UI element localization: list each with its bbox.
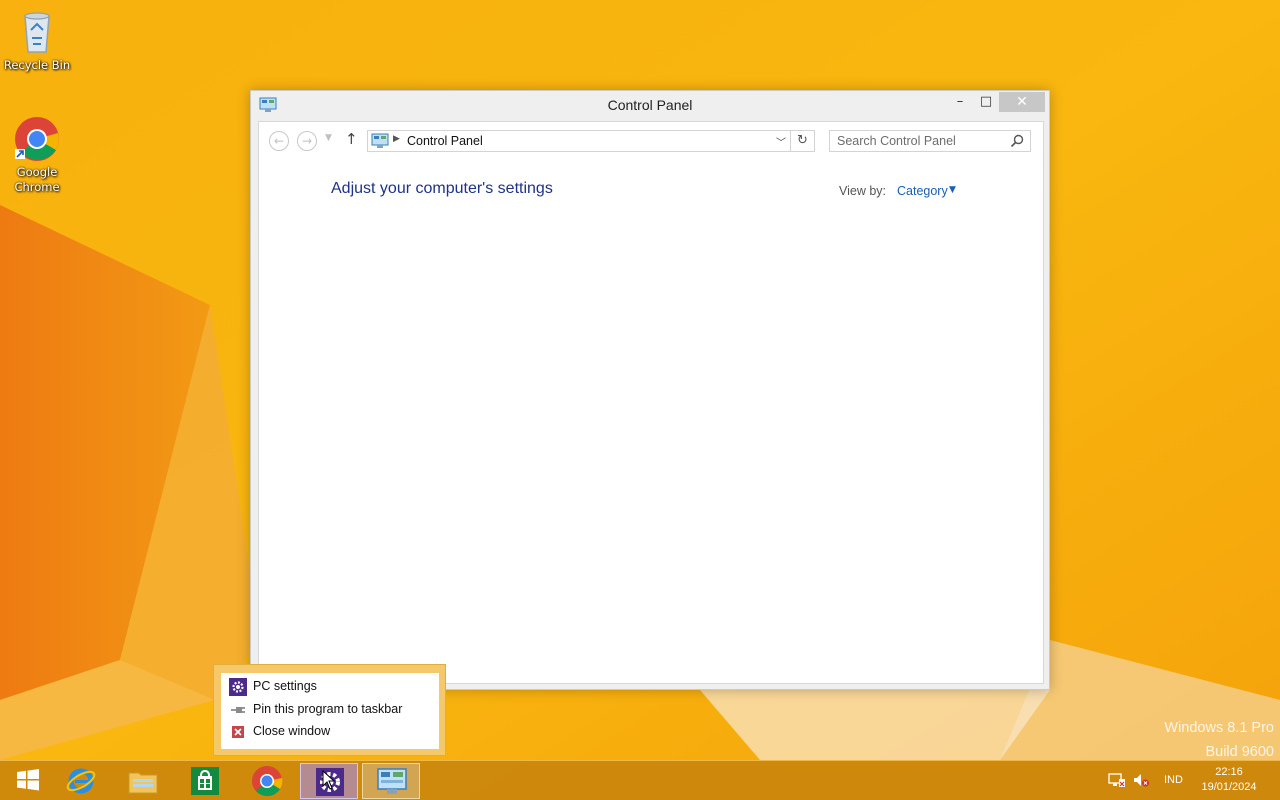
- input-language-indicator[interactable]: IND: [1164, 774, 1183, 786]
- back-button[interactable]: ←: [269, 131, 289, 151]
- window-titlebar[interactable]: Control Panel – □ ✕: [251, 91, 1049, 121]
- jump-list-item-pin[interactable]: Pin this program to taskbar: [229, 700, 434, 720]
- arrow-right-icon: →: [301, 134, 313, 148]
- window-title: Control Panel: [607, 97, 693, 113]
- search-box[interactable]: [829, 130, 1031, 152]
- desktop-icon-label: Recycle Bin: [3, 58, 71, 72]
- windows-watermark: Windows 8.1 Pro Build 9600: [1164, 716, 1274, 764]
- forward-button[interactable]: →: [297, 131, 317, 151]
- up-button[interactable]: ↑: [345, 130, 358, 148]
- view-by-dropdown[interactable]: Category: [897, 184, 948, 198]
- control-panel-icon: [377, 768, 407, 794]
- start-button[interactable]: [0, 763, 58, 799]
- breadcrumb-separator-icon[interactable]: ▶: [393, 134, 400, 144]
- taskbar-jump-list: PC settings Pin this program to taskbar …: [213, 664, 446, 756]
- taskbar-internet-explorer[interactable]: [52, 763, 110, 799]
- jump-list-item-pc-settings[interactable]: PC settings: [229, 677, 434, 697]
- mouse-cursor-icon: [322, 770, 336, 790]
- jump-list-label: Close window: [253, 724, 331, 738]
- folder-icon: [128, 772, 158, 794]
- page-heading: Adjust your computer's settings: [331, 180, 553, 197]
- pc-settings-gear-icon: [229, 678, 247, 696]
- breadcrumb-control-panel[interactable]: Control Panel: [407, 134, 483, 148]
- windows-logo-icon: [17, 769, 39, 791]
- arrow-up-icon: ↑: [345, 130, 358, 148]
- chrome-icon: [13, 115, 61, 163]
- search-icon[interactable]: [1010, 134, 1024, 148]
- pin-icon: [229, 701, 247, 719]
- jump-list-label: PC settings: [253, 679, 317, 693]
- minimize-button[interactable]: –: [947, 92, 973, 112]
- desktop-icon-recycle-bin[interactable]: Recycle Bin: [0, 8, 74, 73]
- control-panel-window[interactable]: Control Panel – □ ✕ ← → ▼ ↑ ▶ Control Pa…: [250, 90, 1050, 690]
- close-button[interactable]: ✕: [999, 92, 1045, 112]
- search-input[interactable]: [830, 131, 1006, 151]
- taskbar-chrome[interactable]: [238, 763, 296, 799]
- caret-down-icon[interactable]: ▼: [949, 185, 956, 195]
- maximize-button[interactable]: □: [973, 92, 999, 112]
- arrow-left-icon: ←: [273, 134, 285, 148]
- clock-date: 19/01/2024: [1201, 781, 1257, 793]
- desktop-icon-label: Google Chrome: [14, 165, 60, 194]
- recent-locations-button[interactable]: ▼: [325, 133, 332, 143]
- jump-list-label: Pin this program to taskbar: [253, 702, 403, 716]
- network-icon[interactable]: [1108, 772, 1126, 788]
- volume-muted-icon[interactable]: [1132, 772, 1150, 788]
- refresh-button[interactable]: ↻: [791, 130, 815, 152]
- chevron-down-icon: ▼: [325, 133, 332, 143]
- refresh-icon: ↻: [797, 133, 808, 148]
- clock-time: 22:16: [1215, 766, 1243, 778]
- control-panel-icon: [371, 133, 389, 149]
- view-by-label: View by:: [839, 184, 887, 198]
- desktop-icon-google-chrome[interactable]: Google Chrome: [0, 115, 74, 195]
- taskbar: [0, 760, 1280, 800]
- address-bar[interactable]: ▶ Control Panel ﹀: [367, 130, 791, 152]
- chevron-down-icon[interactable]: ﹀: [776, 134, 786, 149]
- taskbar-file-explorer[interactable]: [114, 763, 172, 799]
- chrome-icon: [252, 766, 283, 797]
- watermark-edition: Windows 8.1 Pro: [1164, 720, 1274, 736]
- internet-explorer-icon: [66, 768, 96, 794]
- jump-list-item-close-window[interactable]: Close window: [229, 722, 434, 742]
- store-icon: [191, 767, 219, 795]
- taskbar-control-panel[interactable]: [362, 763, 420, 799]
- jump-list-menu: PC settings Pin this program to taskbar …: [221, 673, 439, 749]
- taskbar-clock[interactable]: 22:16 19/01/2024: [1196, 765, 1262, 795]
- window-client-area: ← → ▼ ↑ ▶ Control Panel ﹀ ↻ Search Contr…: [258, 121, 1044, 684]
- close-window-icon: [229, 723, 247, 741]
- taskbar-store[interactable]: [176, 763, 234, 799]
- recycle-bin-icon: [13, 8, 61, 56]
